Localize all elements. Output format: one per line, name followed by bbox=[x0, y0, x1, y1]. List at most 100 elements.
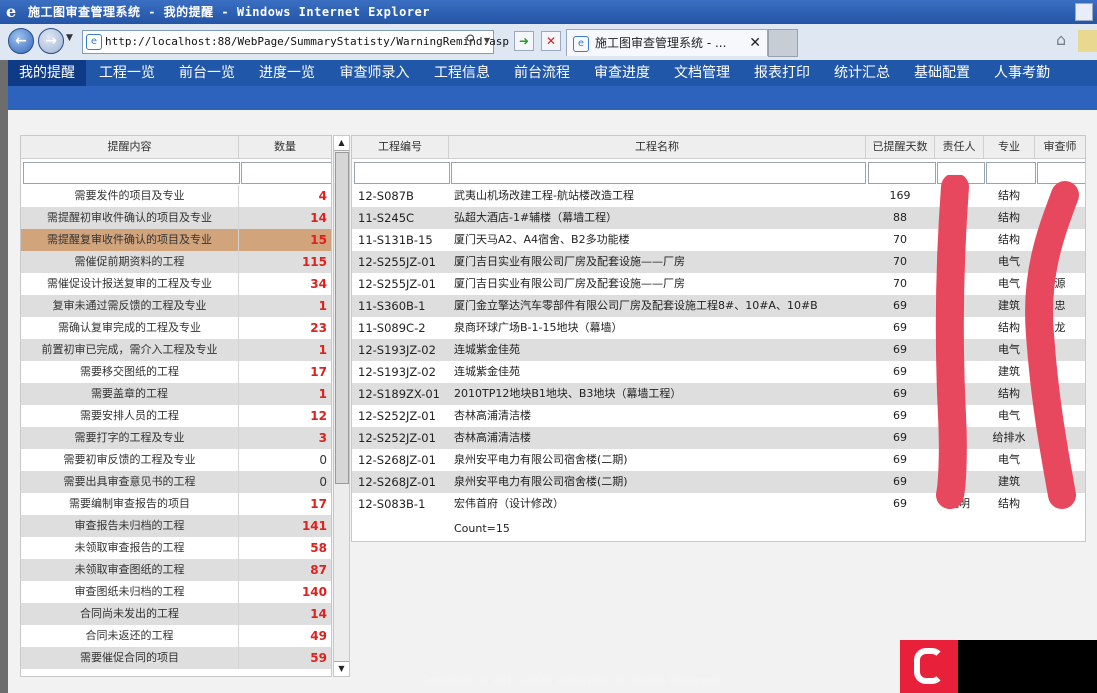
menu-item-0[interactable]: 我的提醒 bbox=[8, 60, 86, 86]
reminder-label[interactable]: 需确认复审完成的工程及专业 bbox=[21, 317, 238, 339]
reminder-row[interactable]: 需要初审反馈的工程及专业 0 bbox=[21, 449, 331, 471]
reminder-label[interactable]: 需催促设计报送复审的工程及专业 bbox=[21, 273, 238, 295]
menu-item-9[interactable]: 报表打印 bbox=[744, 60, 820, 86]
reminder-row[interactable]: 未领取审查报告的工程 58 bbox=[21, 537, 331, 559]
reminder-row[interactable]: 复审未通过需反馈的工程及专业 1 bbox=[21, 295, 331, 317]
menu-item-6[interactable]: 前台流程 bbox=[504, 60, 580, 86]
menu-item-12[interactable]: 人事考勤 bbox=[984, 60, 1060, 86]
reminder-label[interactable]: 复审未通过需反馈的工程及专业 bbox=[21, 295, 238, 317]
reminder-row[interactable]: 需要催促合同的项目 59 bbox=[21, 647, 331, 669]
header-count[interactable]: 数量 bbox=[239, 136, 331, 159]
header-responsible[interactable]: 责任人 bbox=[935, 136, 984, 159]
menu-item-11[interactable]: 基础配置 bbox=[904, 60, 980, 86]
reminder-label[interactable]: 合同尚未发出的工程 bbox=[21, 603, 238, 625]
reminder-label[interactable]: 需要移交图纸的工程 bbox=[21, 361, 238, 383]
minimize-button[interactable] bbox=[1075, 3, 1093, 21]
project-code[interactable]: 11-S131B-15 bbox=[358, 229, 446, 251]
new-tab-button[interactable] bbox=[768, 29, 798, 57]
address-dropdown-icon[interactable]: ▼ bbox=[484, 36, 490, 45]
header-project-code[interactable]: 工程编号 bbox=[352, 136, 449, 159]
home-icon[interactable]: ⌂ bbox=[1056, 30, 1066, 49]
header-major[interactable]: 专业 bbox=[984, 136, 1035, 159]
reminder-row[interactable]: 需要发件的项目及专业 4 bbox=[21, 185, 331, 207]
reminder-row[interactable]: 需催促前期资料的工程 115 bbox=[21, 251, 331, 273]
back-button[interactable]: ← bbox=[8, 28, 34, 54]
address-url[interactable]: http://localhost:88/WebPage/SummaryStati… bbox=[105, 31, 509, 53]
history-dropdown-icon[interactable]: ▼ bbox=[66, 33, 73, 43]
reminder-label[interactable]: 需提醒复审收件确认的项目及专业 bbox=[21, 229, 238, 251]
filter-days-input[interactable] bbox=[868, 162, 936, 184]
reminder-row[interactable]: 需提醒复审收件确认的项目及专业 15 bbox=[21, 229, 331, 251]
reminder-row[interactable]: 需要盖章的工程 1 bbox=[21, 383, 331, 405]
project-code[interactable]: 12-S268JZ-01 bbox=[358, 471, 446, 493]
reminder-row[interactable]: 审查图纸未归档的工程 140 bbox=[21, 581, 331, 603]
project-code[interactable]: 11-S089C-2 bbox=[358, 317, 446, 339]
reminder-label[interactable]: 未领取审查报告的工程 bbox=[21, 537, 238, 559]
address-bar[interactable]: e http://localhost:88/WebPage/SummarySta… bbox=[82, 30, 509, 54]
menu-item-10[interactable]: 统计汇总 bbox=[824, 60, 900, 86]
reminder-row[interactable]: 合同尚未发出的工程 14 bbox=[21, 603, 331, 625]
reminder-label[interactable]: 需要编制审查报告的项目 bbox=[21, 493, 238, 515]
scroll-thumb[interactable] bbox=[335, 152, 349, 484]
project-code[interactable]: 12-S193JZ-02 bbox=[358, 361, 446, 383]
menu-item-4[interactable]: 审查师录入 bbox=[329, 60, 420, 86]
reminder-label[interactable]: 未领取审查图纸的工程 bbox=[21, 559, 238, 581]
project-code[interactable]: 11-S245C bbox=[358, 207, 446, 229]
reminder-row[interactable]: 未领取审查图纸的工程 87 bbox=[21, 559, 331, 581]
reminder-label[interactable]: 需要安排人员的工程 bbox=[21, 405, 238, 427]
reminder-label[interactable]: 需要发件的项目及专业 bbox=[21, 185, 238, 207]
project-code[interactable]: 12-S087B bbox=[358, 185, 446, 207]
menu-item-2[interactable]: 前台一览 bbox=[169, 60, 245, 86]
project-code[interactable]: 12-S255JZ-01 bbox=[358, 273, 446, 295]
header-reminded-days[interactable]: 已提醒天数 bbox=[866, 136, 935, 159]
reminder-row[interactable]: 审查报告未归档的工程 141 bbox=[21, 515, 331, 537]
header-project-name[interactable]: 工程名称 bbox=[449, 136, 866, 159]
menu-item-8[interactable]: 文档管理 bbox=[664, 60, 740, 86]
header-reviewer[interactable]: 审查师 bbox=[1035, 136, 1085, 159]
reminder-row[interactable]: 需提醒初审收件确认的项目及专业 14 bbox=[21, 207, 331, 229]
reminder-row[interactable]: 需确认复审完成的工程及专业 23 bbox=[21, 317, 331, 339]
menu-item-7[interactable]: 审查进度 bbox=[584, 60, 660, 86]
reminder-label[interactable]: 合同未返还的工程 bbox=[21, 625, 238, 647]
reminder-label[interactable]: 需要出具审查意见书的工程 bbox=[21, 471, 238, 493]
reminder-row[interactable]: 前置初审已完成，需介入工程及专业 1 bbox=[21, 339, 331, 361]
project-code[interactable]: 12-S189ZX-01 bbox=[358, 383, 446, 405]
menu-item-3[interactable]: 进度一览 bbox=[249, 60, 325, 86]
stop-icon[interactable]: ✕ bbox=[541, 31, 561, 51]
project-code[interactable]: 12-S193JZ-02 bbox=[358, 339, 446, 361]
menu-item-1[interactable]: 工程一览 bbox=[89, 60, 165, 86]
reminder-grid-scrollbar[interactable]: ▲ ▼ bbox=[333, 135, 350, 677]
reminder-row[interactable]: 合同未返还的工程 49 bbox=[21, 625, 331, 647]
reminder-row[interactable]: 需要编制审查报告的项目 17 bbox=[21, 493, 331, 515]
tab-close-icon[interactable]: ✕ bbox=[749, 30, 761, 56]
project-code[interactable]: 12-S252JZ-01 bbox=[358, 405, 446, 427]
menu-item-5[interactable]: 工程信息 bbox=[424, 60, 500, 86]
reminder-label[interactable]: 需要初审反馈的工程及专业 bbox=[21, 449, 238, 471]
forward-button[interactable]: → bbox=[38, 28, 64, 54]
project-code[interactable]: 12-S252JZ-01 bbox=[358, 427, 446, 449]
reminder-row[interactable]: 需要移交图纸的工程 17 bbox=[21, 361, 331, 383]
scroll-down-icon[interactable]: ▼ bbox=[334, 661, 349, 676]
filter-reminder-content-input[interactable] bbox=[23, 162, 240, 184]
reminder-row[interactable]: 需要安排人员的工程 12 bbox=[21, 405, 331, 427]
reminder-label[interactable]: 需催促前期资料的工程 bbox=[21, 251, 238, 273]
reminder-row[interactable]: 需要打字的工程及专业 3 bbox=[21, 427, 331, 449]
go-icon[interactable]: ➜ bbox=[514, 31, 534, 51]
filter-count-input[interactable] bbox=[241, 162, 331, 184]
search-icon[interactable]: ⚲ bbox=[465, 33, 475, 48]
project-code[interactable]: 12-S255JZ-01 bbox=[358, 251, 446, 273]
header-reminder-content[interactable]: 提醒内容 bbox=[21, 136, 239, 159]
browser-tab[interactable]: e 施工图审查管理系统 - ... ✕ bbox=[566, 29, 768, 56]
reminder-label[interactable]: 审查图纸未归档的工程 bbox=[21, 581, 238, 603]
project-code[interactable]: 12-S083B-1 bbox=[358, 493, 446, 515]
reminder-row[interactable]: 需催促设计报送复审的工程及专业 34 bbox=[21, 273, 331, 295]
reminder-label[interactable]: 需提醒初审收件确认的项目及专业 bbox=[21, 207, 238, 229]
reminder-label[interactable]: 前置初审已完成，需介入工程及专业 bbox=[21, 339, 238, 361]
favorites-icon[interactable] bbox=[1078, 30, 1097, 52]
reminder-label[interactable]: 需要催促合同的项目 bbox=[21, 647, 238, 669]
reminder-label[interactable]: 审查报告未归档的工程 bbox=[21, 515, 238, 537]
reminder-row[interactable]: 需要出具审查意见书的工程 0 bbox=[21, 471, 331, 493]
project-code[interactable]: 12-S268JZ-01 bbox=[358, 449, 446, 471]
reminder-label[interactable]: 需要打字的工程及专业 bbox=[21, 427, 238, 449]
filter-project-name-input[interactable] bbox=[451, 162, 866, 184]
